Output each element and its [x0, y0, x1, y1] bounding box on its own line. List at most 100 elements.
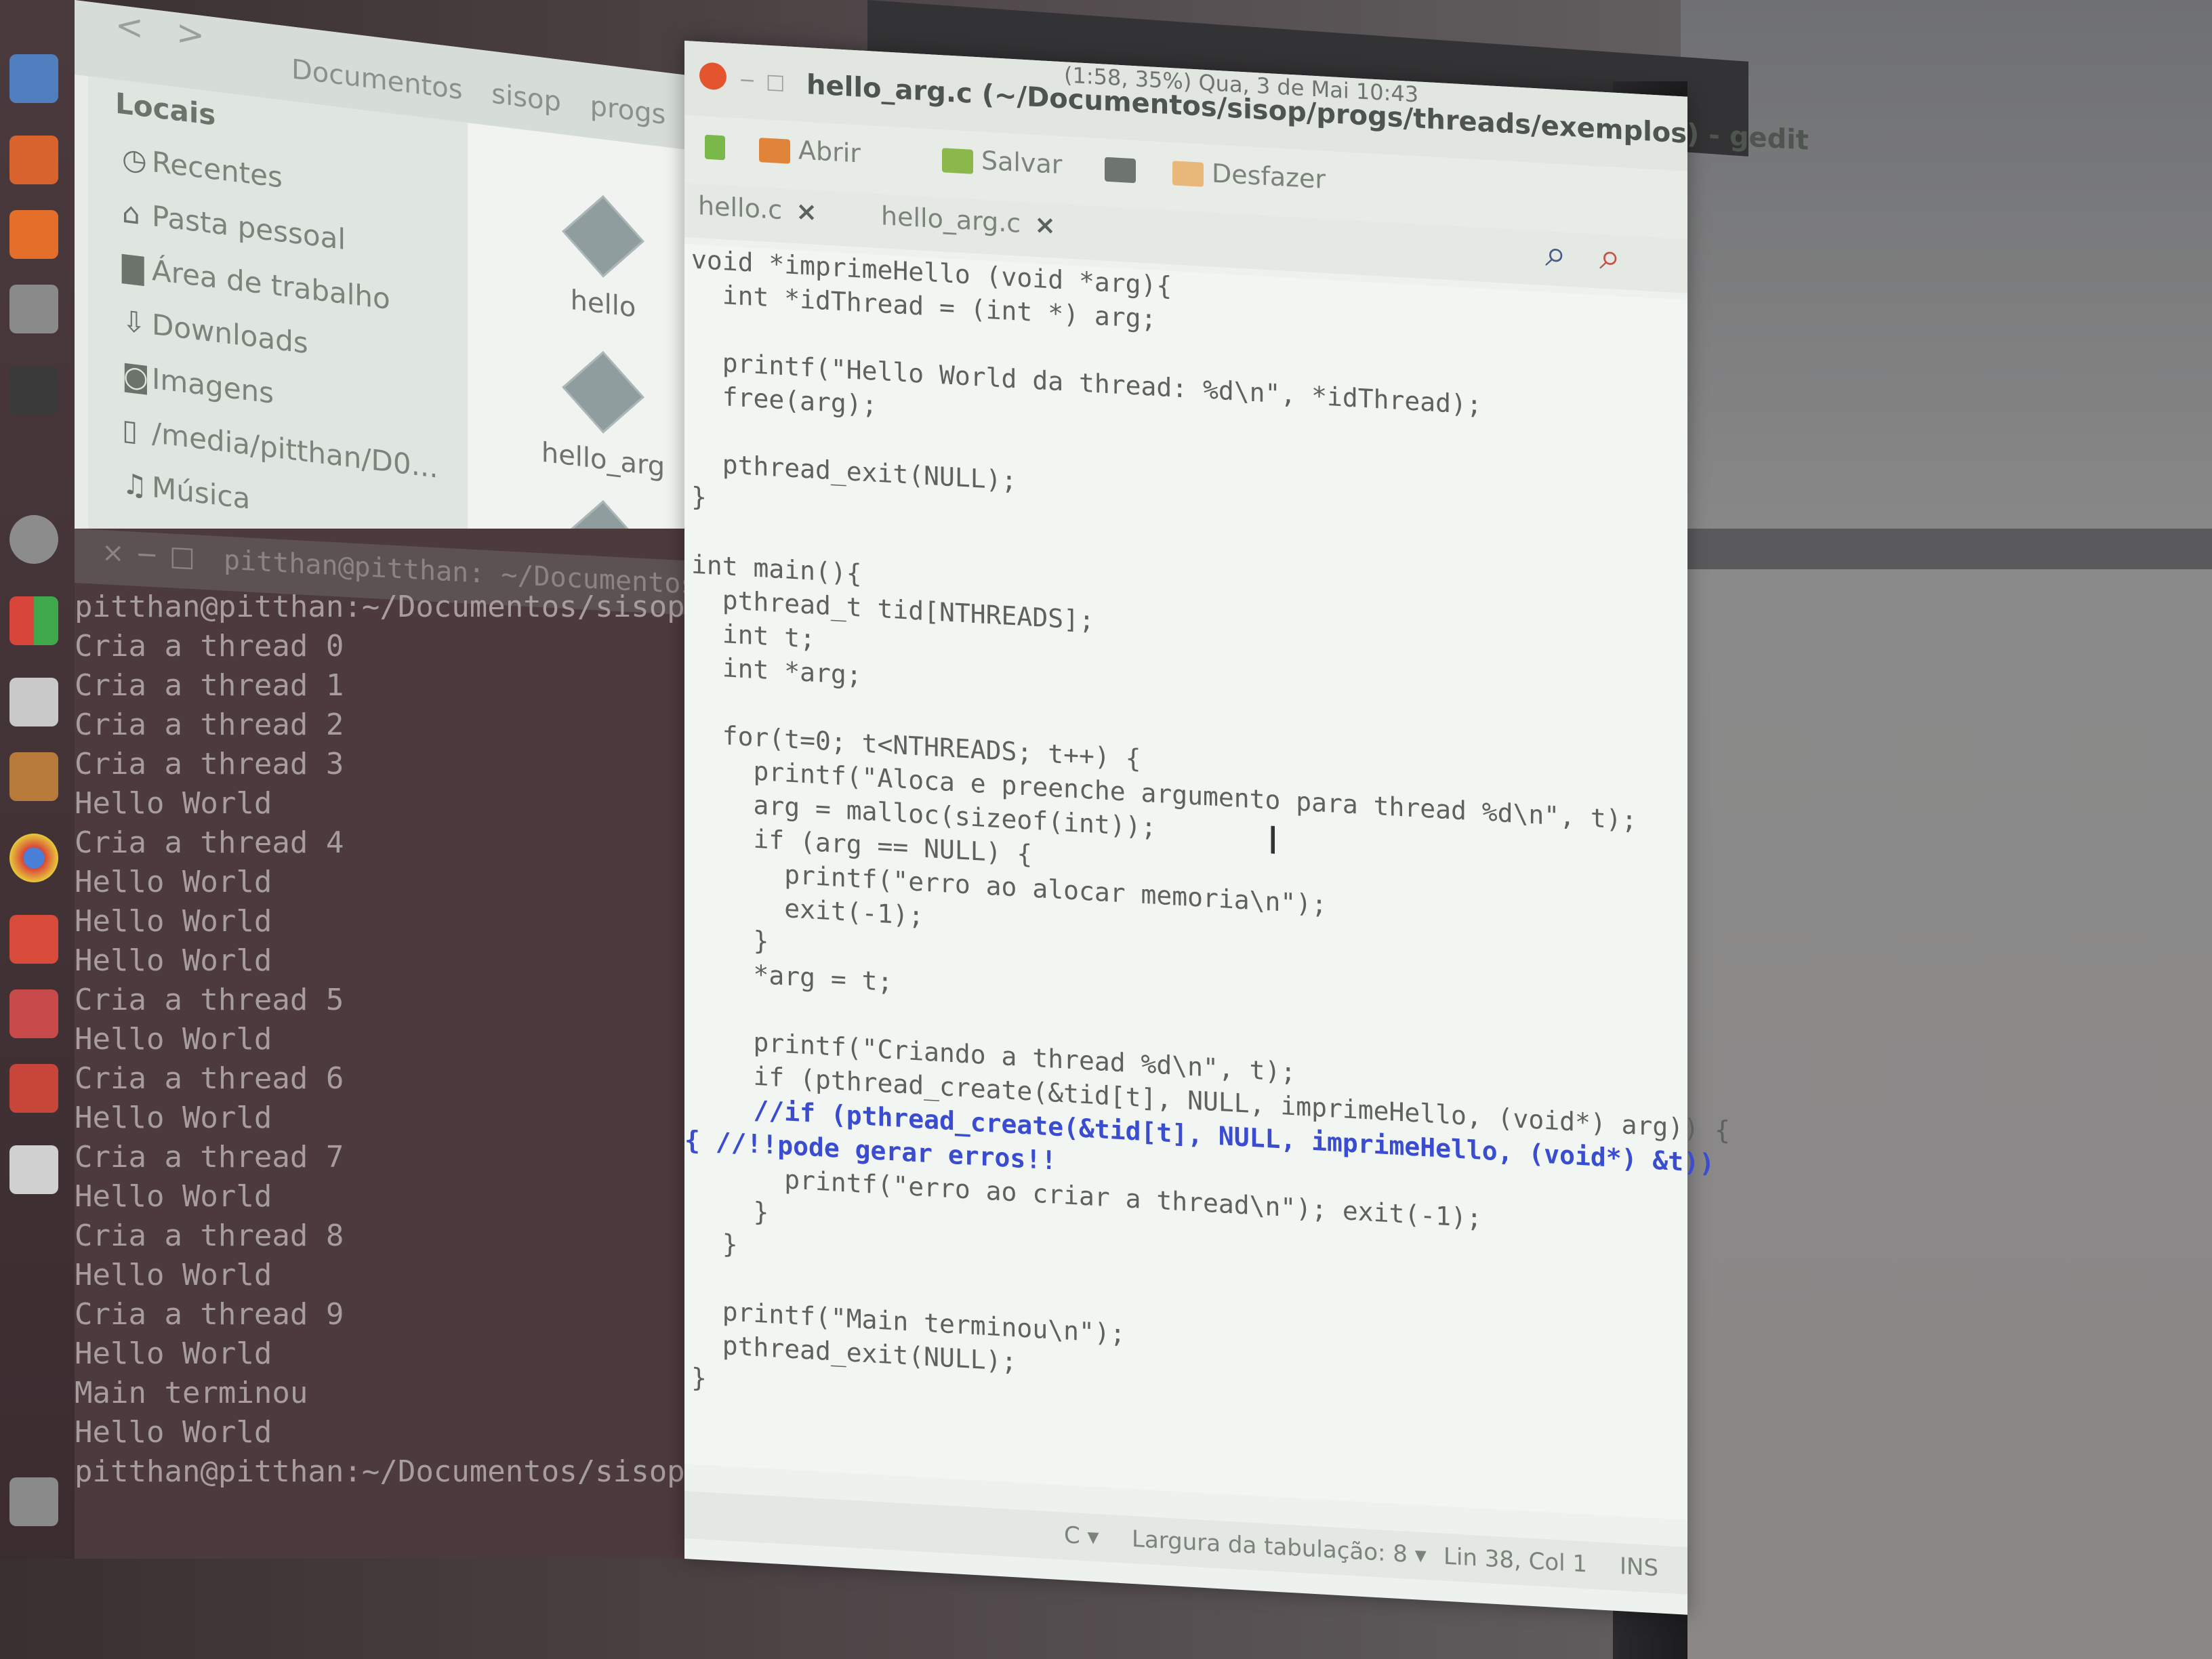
terminal-line: Cria a thread 1 [75, 668, 344, 703]
close-icon[interactable]: × [1034, 209, 1056, 241]
desktop-icon: ▇ [122, 249, 144, 286]
file-item-hello-arg[interactable]: hello_arg [522, 350, 684, 485]
terminal-line: Cria a thread 0 [75, 629, 344, 663]
terminal-line: Hello World [75, 1101, 272, 1135]
camera-icon: ◙ [122, 358, 150, 395]
minimize-icon[interactable]: − [739, 68, 756, 92]
print-button[interactable] [1105, 152, 1144, 184]
code-line: int *arg; [691, 651, 862, 691]
terminal-line: Cria a thread 2 [75, 708, 344, 742]
folder-icon [759, 137, 790, 164]
code-line: int t; [691, 617, 816, 654]
insert-mode: INS [1620, 1553, 1659, 1582]
terminal-line: Cria a thread 6 [75, 1061, 344, 1096]
archive-launcher-icon[interactable] [9, 752, 58, 801]
search-icon[interactable]: ⌕ [1545, 231, 1566, 277]
terminal-line: Hello World [75, 1415, 272, 1450]
tab-label: hello_arg.c [881, 201, 1021, 239]
code-editor[interactable]: void *imprimeHello (void *arg){ int *idT… [684, 244, 1730, 1520]
close-icon[interactable]: × [796, 196, 817, 227]
settings-launcher-icon[interactable] [9, 285, 58, 333]
back-arrow-icon[interactable]: < [115, 5, 144, 47]
terminal-window: × − □ pitthan@pitthan: ~/Documentos/siso… [75, 529, 795, 1559]
music-icon: ♫ [122, 466, 148, 504]
drive-icon: ▯ [122, 412, 138, 448]
code-line: int main(){ [691, 549, 862, 589]
wall-trim [1681, 529, 2212, 569]
open-label: Abrir [798, 135, 861, 169]
save-icon [942, 147, 973, 174]
file-item-hello[interactable]: hello [522, 194, 684, 329]
text-cursor-icon: I [1267, 819, 1279, 864]
projected-desktop: < > Documentos sisop progs th Locais ◷Re… [0, 0, 1809, 1615]
code-line: pthread_exit(NULL); [691, 447, 1017, 496]
code-line: } [691, 1193, 769, 1227]
code-line: } [691, 1362, 707, 1393]
code-line: } [691, 481, 707, 512]
language-selector[interactable]: C ▾ [1064, 1521, 1099, 1551]
save-button[interactable]: Salvar [942, 143, 1062, 180]
tab-label: hello.c [698, 190, 783, 226]
breadcrumb-item[interactable]: progs [590, 90, 666, 131]
chrome-launcher-icon[interactable] [9, 834, 58, 882]
terminal-line: Main terminou [75, 1376, 308, 1410]
terminal-line: Hello World [75, 1258, 272, 1292]
undo-icon [1172, 160, 1204, 187]
app2-launcher-icon[interactable] [9, 1064, 58, 1113]
app-launcher-icon[interactable] [9, 915, 58, 964]
new-document-icon [705, 134, 725, 160]
maximize-icon[interactable]: □ [169, 540, 195, 573]
launcher [0, 0, 75, 1559]
terminal-line: Cria a thread 4 [75, 825, 344, 860]
tab-hello-c[interactable]: hello.c × [698, 190, 817, 227]
new-button[interactable] [705, 130, 733, 161]
terminal-line: Hello World [75, 1179, 272, 1214]
print-icon [1105, 157, 1136, 183]
save-label: Salvar [981, 145, 1063, 180]
terminal-line: Cria a thread 8 [75, 1218, 344, 1253]
terminal-line: Cria a thread 5 [75, 983, 344, 1017]
pdf-launcher-icon[interactable] [9, 989, 58, 1038]
open-button[interactable]: Abrir [759, 133, 861, 169]
forward-arrow-icon[interactable]: > [176, 12, 205, 55]
code-line: *arg = t; [691, 956, 893, 998]
classroom-wall [1681, 0, 2212, 1659]
disc-launcher-icon[interactable] [9, 515, 58, 564]
document-launcher-icon[interactable] [9, 136, 58, 184]
cursor-position: Lin 38, Col 1 [1443, 1542, 1588, 1578]
code-line: } [691, 1227, 738, 1260]
workspace-switcher-icon[interactable] [9, 596, 58, 645]
code-line: } [691, 922, 769, 956]
close-icon[interactable]: × [102, 537, 125, 569]
editor-launcher-icon[interactable] [9, 1145, 58, 1194]
terminal-prompt: pitthan@pitthan:~/Documentos/sisop/ [75, 1454, 703, 1489]
terminal-line: Hello World [75, 786, 272, 821]
download-icon: ⇩ [122, 304, 146, 340]
terminal-launcher-icon[interactable] [9, 366, 58, 415]
terminal-line: Cria a thread 9 [75, 1297, 344, 1332]
terminal-line: Cria a thread 7 [75, 1140, 344, 1174]
tab-width-selector[interactable]: Largura da tabulação: 8 ▾ [1132, 1525, 1427, 1569]
text-editor-launcher-icon[interactable] [9, 678, 58, 726]
breadcrumb-item[interactable]: sisop [491, 79, 561, 119]
undo-button[interactable]: Desfazer [1172, 156, 1326, 194]
close-button[interactable] [699, 62, 726, 91]
software-center-icon[interactable] [9, 210, 58, 259]
terminal-line: Hello World [75, 1336, 272, 1371]
code-line: printf("erro ao criar a thread\n"); exit… [691, 1159, 1482, 1233]
terminal-line: Hello World [75, 943, 272, 978]
maximize-icon[interactable]: □ [766, 70, 785, 95]
terminal-line: Hello World [75, 865, 272, 899]
files-launcher-icon[interactable] [9, 54, 58, 103]
tab-hello-arg-c[interactable]: hello_arg.c × [881, 201, 1056, 240]
trash-icon[interactable] [9, 1477, 58, 1526]
minimize-icon[interactable]: − [136, 539, 159, 571]
gedit-window: − □ hello_arg.c (~/Documentos/sisop/prog… [684, 41, 1809, 1615]
terminal-line: Cria a thread 3 [75, 747, 344, 781]
breadcrumb-item[interactable]: Documentos [291, 54, 463, 106]
undo-label: Desfazer [1212, 158, 1326, 194]
terminal-line: Hello World [75, 1022, 272, 1057]
clock-icon: ◷ [122, 141, 147, 178]
code-line: free(arg); [691, 380, 878, 420]
replace-icon[interactable]: ⌕ [1599, 234, 1620, 280]
